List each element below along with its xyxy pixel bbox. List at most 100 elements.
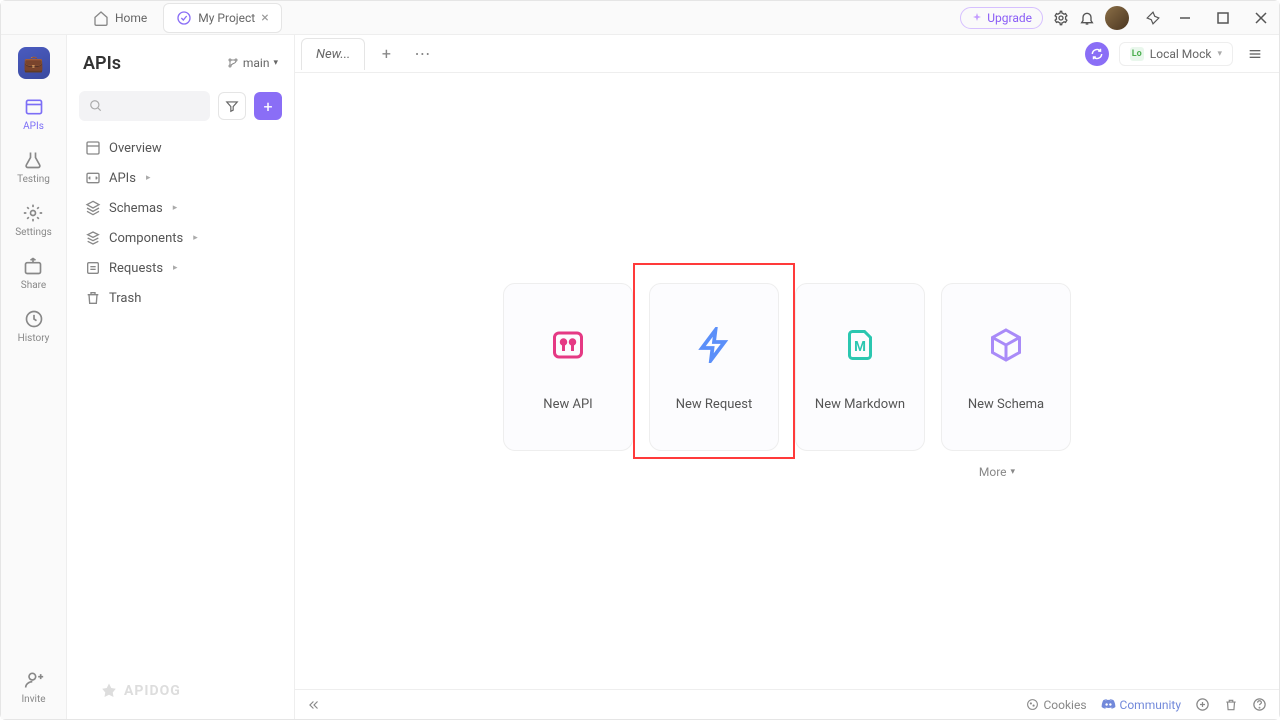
footer-add-button[interactable] bbox=[1195, 697, 1210, 712]
tab-home[interactable]: Home bbox=[81, 4, 159, 32]
community-link[interactable]: Community bbox=[1101, 697, 1181, 712]
testing-icon bbox=[23, 150, 43, 170]
tree-label: APIs bbox=[109, 171, 136, 186]
expand-icon: ▸ bbox=[146, 173, 151, 183]
apis-icon bbox=[24, 97, 44, 117]
watermark-text: APIDOG bbox=[124, 683, 181, 699]
tab-project[interactable]: My Project × bbox=[163, 3, 281, 33]
card-new-schema[interactable]: New Schema bbox=[941, 283, 1071, 451]
trash-icon bbox=[85, 290, 101, 306]
community-label: Community bbox=[1120, 698, 1181, 712]
rail-share-label: Share bbox=[21, 280, 46, 291]
search-input[interactable] bbox=[79, 91, 210, 121]
rail-testing-label: Testing bbox=[17, 174, 50, 185]
footer-help-button[interactable] bbox=[1252, 697, 1267, 712]
tab-add-button[interactable]: + bbox=[371, 39, 401, 69]
rail-settings[interactable]: Settings bbox=[15, 203, 52, 238]
cloud-sync-icon bbox=[176, 10, 192, 26]
tree-requests[interactable]: Requests ▸ bbox=[75, 253, 286, 283]
apis-folder-icon bbox=[85, 170, 101, 186]
branch-label: main bbox=[243, 56, 270, 70]
close-button[interactable] bbox=[1247, 4, 1275, 32]
menu-icon bbox=[1247, 46, 1263, 62]
help-icon bbox=[1252, 697, 1267, 712]
tree-components[interactable]: Components ▸ bbox=[75, 223, 286, 253]
content: New... + ⋯ Lo Local Mock ▾ bbox=[295, 35, 1279, 719]
card-new-markdown[interactable]: M New Markdown bbox=[795, 283, 925, 451]
rail-apis[interactable]: APIs bbox=[23, 97, 44, 132]
schemas-icon bbox=[85, 200, 101, 216]
card-label: New API bbox=[543, 397, 592, 412]
expand-icon: ▸ bbox=[193, 233, 198, 243]
tree-schemas[interactable]: Schemas ▸ bbox=[75, 193, 286, 223]
filter-button[interactable] bbox=[218, 92, 246, 120]
env-badge: Lo bbox=[1130, 47, 1144, 61]
project-badge[interactable]: 💼 bbox=[18, 47, 50, 79]
rail-apis-label: APIs bbox=[23, 121, 44, 132]
sync-button[interactable] bbox=[1085, 42, 1109, 66]
minimize-button[interactable] bbox=[1171, 4, 1199, 32]
tree-overview[interactable]: Overview bbox=[75, 133, 286, 163]
new-schema-icon bbox=[988, 327, 1024, 363]
rail-invite-label: Invite bbox=[21, 694, 45, 705]
tab-project-label: My Project bbox=[198, 11, 255, 25]
expand-icon: ▸ bbox=[173, 263, 178, 273]
history-icon bbox=[24, 309, 44, 329]
chevron-down-icon: ▾ bbox=[273, 58, 278, 68]
bell-icon[interactable] bbox=[1079, 10, 1095, 26]
cookie-icon bbox=[1026, 698, 1039, 711]
add-button[interactable]: + bbox=[254, 92, 282, 120]
double-chevron-left-icon bbox=[307, 698, 321, 712]
trash-icon bbox=[1224, 698, 1238, 712]
titlebar: Home My Project × Upgrade bbox=[1, 1, 1279, 35]
sidebar: APIs main ▾ + Overview APIs bbox=[67, 35, 295, 719]
maximize-button[interactable] bbox=[1209, 4, 1237, 32]
avatar[interactable] bbox=[1105, 6, 1129, 30]
rail-share[interactable]: Share bbox=[21, 256, 46, 291]
more-link[interactable]: More ▾ bbox=[979, 465, 1015, 479]
chevron-down-icon: ▾ bbox=[1217, 49, 1222, 59]
content-tab-label: New... bbox=[316, 47, 350, 62]
overview-icon bbox=[85, 140, 101, 156]
content-tabs: New... + ⋯ Lo Local Mock ▾ bbox=[295, 35, 1279, 73]
home-icon bbox=[93, 10, 109, 26]
rail-history[interactable]: History bbox=[18, 309, 50, 344]
footer-trash-button[interactable] bbox=[1224, 698, 1238, 712]
collapse-button[interactable] bbox=[307, 698, 321, 712]
hamburger-button[interactable] bbox=[1243, 42, 1267, 66]
gear-icon[interactable] bbox=[1053, 10, 1069, 26]
tree-trash[interactable]: Trash bbox=[75, 283, 286, 313]
cookies-label: Cookies bbox=[1043, 698, 1086, 712]
card-label: New Markdown bbox=[815, 397, 905, 412]
filter-icon bbox=[225, 99, 239, 113]
branch-selector[interactable]: main ▾ bbox=[227, 56, 278, 70]
svg-text:M: M bbox=[854, 339, 866, 355]
upgrade-button[interactable]: Upgrade bbox=[960, 7, 1043, 29]
tree-label: Requests bbox=[109, 261, 163, 276]
tree: Overview APIs ▸ Schemas ▸ Components ▸ R… bbox=[67, 129, 294, 317]
card-label: New Schema bbox=[968, 397, 1044, 412]
environment-selector[interactable]: Lo Local Mock ▾ bbox=[1119, 42, 1233, 66]
new-request-icon bbox=[696, 327, 732, 363]
tree-label: Schemas bbox=[109, 201, 163, 216]
sidebar-title: APIs bbox=[83, 53, 121, 74]
tab-more-button[interactable]: ⋯ bbox=[407, 39, 437, 69]
plus-circle-icon bbox=[1195, 697, 1210, 712]
rail-testing[interactable]: Testing bbox=[17, 150, 50, 185]
branch-icon bbox=[227, 57, 239, 69]
new-markdown-icon: M bbox=[842, 327, 878, 363]
tree-apis[interactable]: APIs ▸ bbox=[75, 163, 286, 193]
content-tab-new[interactable]: New... bbox=[301, 38, 365, 70]
cookies-link[interactable]: Cookies bbox=[1026, 698, 1086, 712]
pin-icon[interactable] bbox=[1145, 10, 1161, 26]
footer: Cookies Community bbox=[295, 689, 1279, 719]
card-new-request[interactable]: New Request bbox=[649, 283, 779, 451]
tab-close-icon[interactable]: × bbox=[261, 10, 268, 26]
card-new-api[interactable]: New API bbox=[503, 283, 633, 451]
tab-home-label: Home bbox=[115, 11, 147, 25]
sync-icon bbox=[1090, 47, 1104, 61]
upgrade-label: Upgrade bbox=[987, 11, 1032, 25]
discord-icon bbox=[1101, 697, 1116, 712]
rail-invite[interactable]: Invite bbox=[21, 670, 45, 705]
card-label: New Request bbox=[676, 397, 752, 412]
